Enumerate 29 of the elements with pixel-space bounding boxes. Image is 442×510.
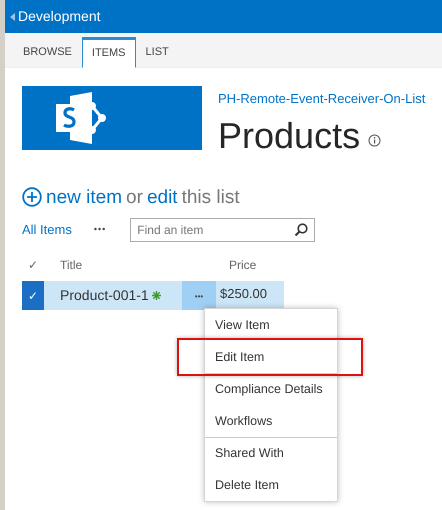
ribbon-tab[interactable]: LIST (136, 36, 179, 67)
more-button[interactable]: ••• (182, 281, 216, 310)
back-arrow-icon (10, 12, 15, 20)
or-text: or (126, 186, 143, 210)
more-views-button[interactable]: ••• (88, 222, 112, 238)
column-header[interactable]: Price (229, 256, 259, 274)
logo-icon (22, 86, 202, 150)
edit-link[interactable]: edit (146, 184, 178, 212)
new-item-link[interactable]: new item (46, 184, 122, 212)
search-field[interactable]: Find an item (130, 218, 316, 242)
ribbon-tab[interactable]: ITEMS (82, 37, 136, 68)
search-icon[interactable] (294, 223, 308, 237)
menu-item[interactable]: Shared With (205, 437, 337, 469)
menu-item[interactable]: Compliance Details (205, 373, 337, 405)
this-list-text: this list (182, 186, 240, 210)
page-title: Products (218, 118, 360, 154)
column-header[interactable]: Title (44, 256, 229, 274)
row-checkbox[interactable]: ✓ (22, 281, 44, 310)
back-link[interactable]: Development (10, 6, 100, 27)
check-all-icon[interactable]: ✓ (22, 256, 44, 274)
menu-item[interactable]: Delete Item (205, 469, 337, 501)
menu-item[interactable]: Workflows (205, 405, 337, 437)
view-link[interactable]: All Items (22, 220, 72, 240)
menu-item[interactable]: View Item (205, 309, 337, 341)
site-link[interactable]: PH-Remote-Event-Receiver-On-List (218, 89, 426, 108)
ribbon-tab[interactable]: BROWSE (13, 36, 82, 67)
table-cell: $250.00 (216, 281, 284, 310)
item-title[interactable]: Product-001-1 (60, 285, 149, 306)
menu-item[interactable]: Edit Item (205, 341, 337, 373)
